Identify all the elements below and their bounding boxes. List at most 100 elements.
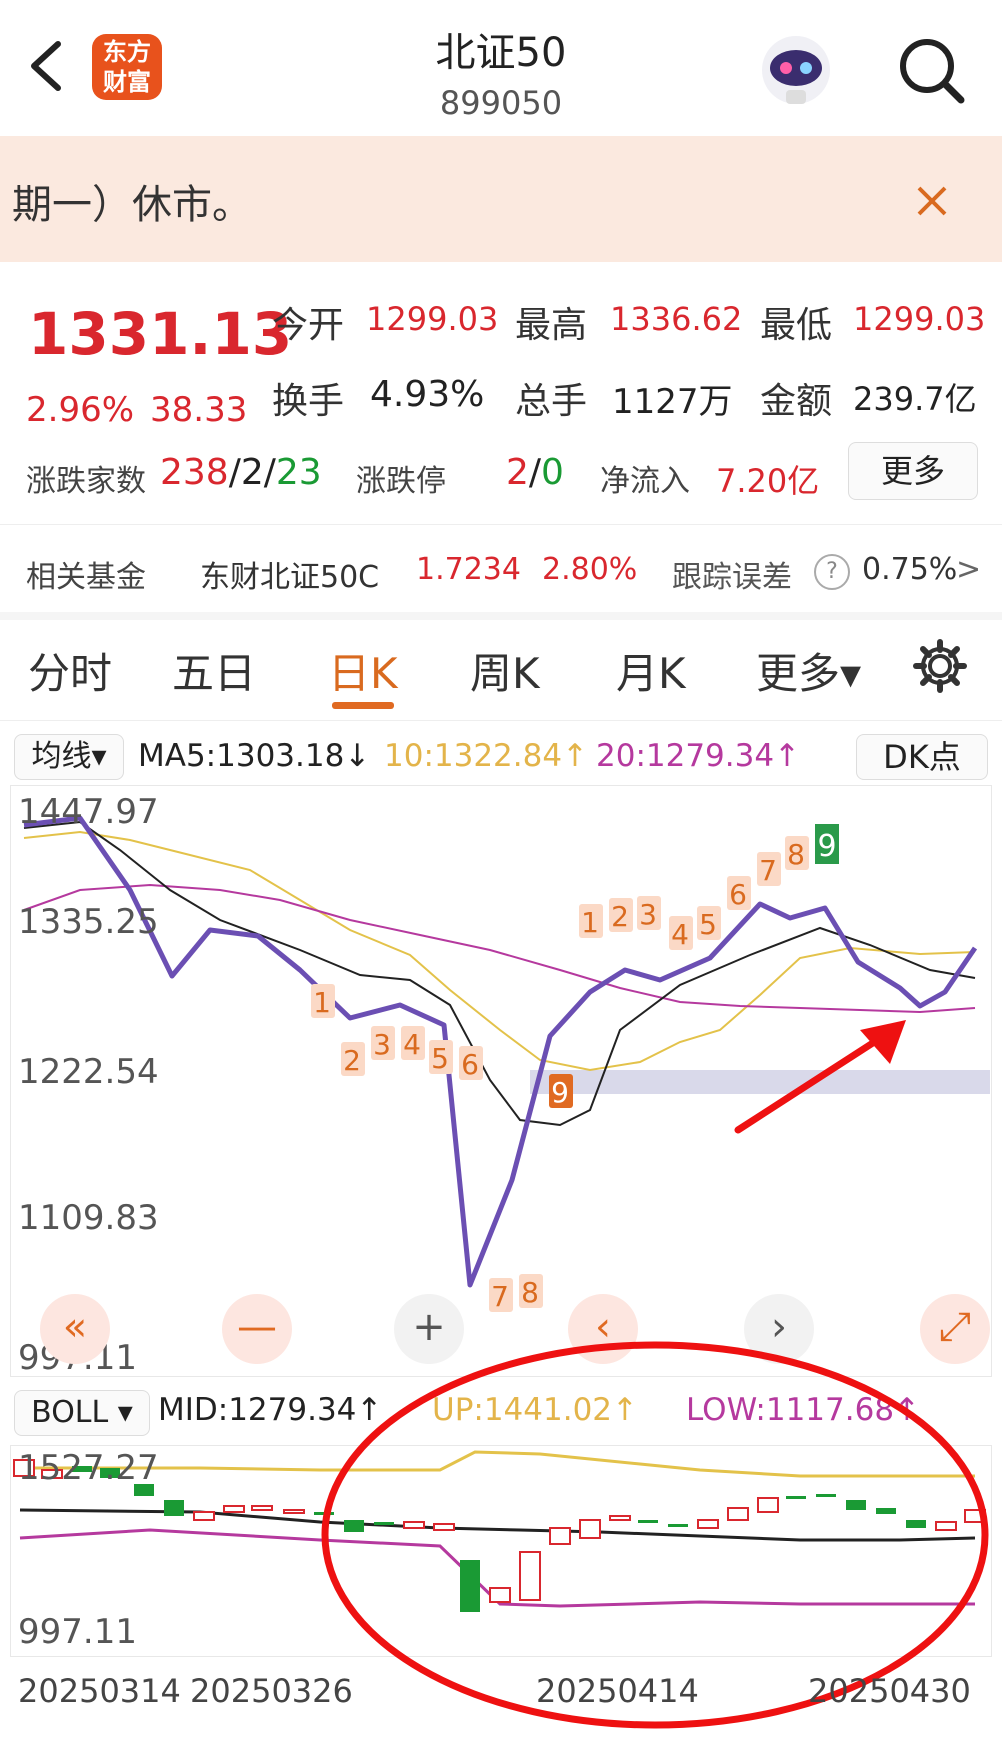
- candlestick: [164, 1500, 184, 1516]
- open-value: 1299.03: [366, 300, 499, 338]
- candlestick: [223, 1505, 245, 1513]
- section-gap: [0, 612, 1002, 620]
- td-sequence-top: 1 2 34 567 8 9: [579, 824, 839, 951]
- date-label: 20250414: [536, 1672, 699, 1710]
- boll-axis-bottom: 997.11: [18, 1612, 137, 1652]
- active-tab-indicator: [332, 702, 394, 709]
- tracking-error-label: 跟踪误差: [672, 560, 792, 595]
- open-label: 今开: [272, 305, 345, 346]
- app-header: 东方 财富 北证50 899050: [0, 0, 1002, 137]
- td-marker: 5: [699, 908, 717, 941]
- breadth-down: 23: [275, 452, 322, 493]
- breadth-sep: /: [263, 452, 276, 493]
- inflow-value: 7.20亿: [716, 462, 820, 500]
- divider: [0, 524, 1002, 525]
- fund-pct: 2.80%: [542, 552, 638, 587]
- boll-selector[interactable]: BOLL ▾: [14, 1390, 150, 1436]
- td-marker: 4: [403, 1028, 421, 1061]
- amount-label: 金额: [760, 381, 833, 422]
- td-marker: 6: [461, 1048, 479, 1081]
- gear-icon[interactable]: [912, 638, 968, 694]
- notice-text: 期一）休市。: [12, 182, 252, 228]
- last-price: 1331.13: [28, 300, 293, 368]
- date-label: 20250326: [190, 1672, 353, 1710]
- candlestick: [251, 1505, 273, 1511]
- fund-name[interactable]: 东财北证50C: [200, 552, 379, 596]
- turnover-value: 4.93%: [370, 374, 485, 415]
- change-value: 38.33: [150, 390, 248, 430]
- td-marker: 9: [817, 829, 836, 864]
- dk-point-button[interactable]: DK点: [856, 734, 988, 780]
- candlestick: [283, 1509, 305, 1514]
- more-quote-button[interactable]: 更多: [848, 442, 978, 500]
- limit-down: 0: [541, 452, 564, 493]
- td-marker: 2: [343, 1044, 361, 1077]
- tab-daily-k[interactable]: 日K: [328, 640, 398, 701]
- td-marker: 7: [491, 1280, 509, 1313]
- help-icon[interactable]: ?: [814, 554, 850, 590]
- td-marker: 3: [639, 898, 657, 931]
- zoom-out-button[interactable]: —: [222, 1294, 292, 1364]
- td-marker: 9: [551, 1076, 569, 1109]
- td-marker: 5: [431, 1042, 449, 1075]
- boll-axis-top: 1527.27: [18, 1448, 159, 1488]
- volume-label: 总手: [515, 381, 588, 422]
- breadth-label: 涨跌家数: [26, 464, 146, 499]
- amount-value: 239.7亿: [853, 380, 977, 418]
- date-label: 20250314: [18, 1672, 181, 1710]
- td-marker: 7: [759, 854, 777, 887]
- td-marker: 1: [313, 986, 331, 1019]
- tab-intraday[interactable]: 分时: [28, 640, 112, 701]
- axis-label: 1109.83: [18, 1198, 159, 1238]
- breadth-up: 238: [160, 452, 229, 493]
- change-percent: 2.96%: [26, 390, 135, 430]
- axis-label: 1222.54: [18, 1052, 159, 1092]
- notice-banner: 期一）休市。: [0, 136, 1002, 262]
- tab-weekly-k[interactable]: 周K: [470, 640, 540, 701]
- axis-label: 1335.25: [18, 902, 159, 942]
- tab-more[interactable]: 更多▾: [756, 640, 861, 701]
- volume-value: 1127万: [612, 382, 733, 422]
- indicator-selector[interactable]: 均线▾: [14, 734, 124, 780]
- highlight-band: [530, 1070, 990, 1094]
- date-label: 20250430: [808, 1672, 971, 1710]
- td-marker: 3: [373, 1028, 391, 1061]
- low-value: 1299.03: [853, 300, 986, 338]
- inflow-label: 净流入: [600, 464, 690, 499]
- index-code: 899050: [439, 84, 563, 122]
- turnover-label: 换手: [272, 381, 345, 422]
- td-marker: 6: [729, 878, 747, 911]
- breadth-flat: 2: [240, 452, 264, 493]
- chevron-right-icon[interactable]: >: [956, 552, 981, 587]
- ma20-line: [23, 883, 976, 1014]
- td-marker: 8: [521, 1276, 539, 1309]
- limit-values: 2/0: [506, 452, 564, 493]
- high-value: 1336.62: [610, 300, 743, 338]
- tab-five-day[interactable]: 五日: [172, 640, 256, 701]
- td-marker: 2: [611, 900, 629, 933]
- td-sequence-bottom: 12 3 4 5 6 7 8 9: [311, 984, 573, 1313]
- divider: [0, 720, 1002, 721]
- td-marker: 1: [581, 906, 599, 939]
- candlestick: [193, 1511, 215, 1521]
- ma10-line: [23, 830, 976, 1072]
- high-label: 最高: [515, 305, 588, 346]
- tracking-error-value: 0.75%: [862, 552, 958, 587]
- limit-label: 涨跌停: [356, 464, 446, 499]
- fund-label: 相关基金: [26, 560, 146, 595]
- tab-monthly-k[interactable]: 月K: [616, 640, 686, 701]
- close-icon[interactable]: [915, 184, 949, 218]
- page-title: 北证50: [435, 30, 567, 76]
- limit-up: 2: [506, 452, 529, 493]
- breadth-values: 238/2/23: [160, 452, 322, 493]
- fund-nav: 1.7234: [416, 552, 521, 587]
- robot-avatar-icon[interactable]: [756, 30, 836, 110]
- limit-sep: /: [528, 452, 542, 493]
- search-icon[interactable]: [895, 34, 967, 106]
- low-label: 最低: [760, 305, 833, 346]
- td-marker: 8: [787, 838, 805, 871]
- breadth-sep: /: [228, 452, 241, 493]
- ma10-legend: 10:1322.84↑: [384, 738, 589, 774]
- rewind-button[interactable]: «: [40, 1294, 110, 1364]
- axis-label-top: 1447.97: [18, 792, 159, 832]
